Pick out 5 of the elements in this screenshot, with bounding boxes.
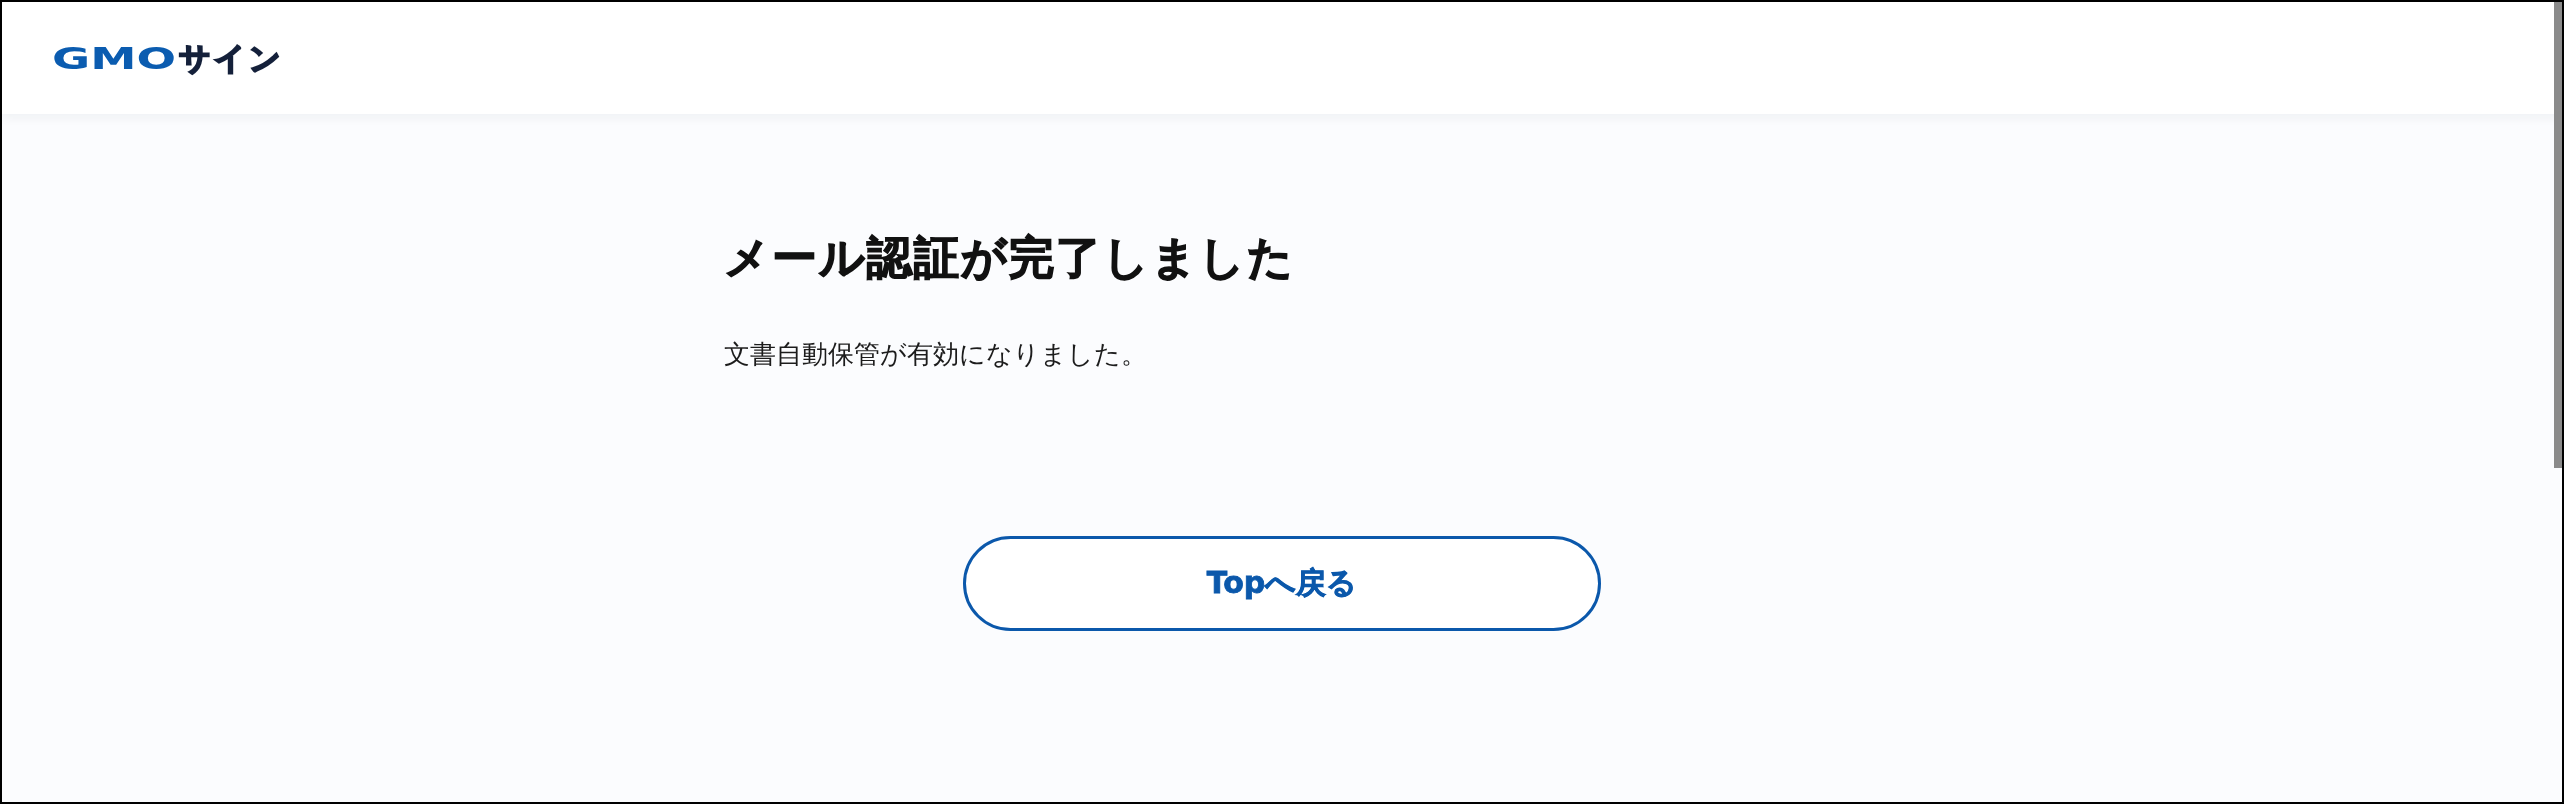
scrollbar-thumb[interactable] bbox=[2554, 2, 2562, 468]
message-text: 文書自動保管が有効になりました。 bbox=[724, 338, 1147, 371]
back-to-top-button[interactable]: Topへ戻る bbox=[963, 536, 1601, 631]
page-title: メール認証が完了しました bbox=[724, 230, 1295, 286]
logo-link[interactable]: GMOサイン bbox=[52, 42, 284, 74]
